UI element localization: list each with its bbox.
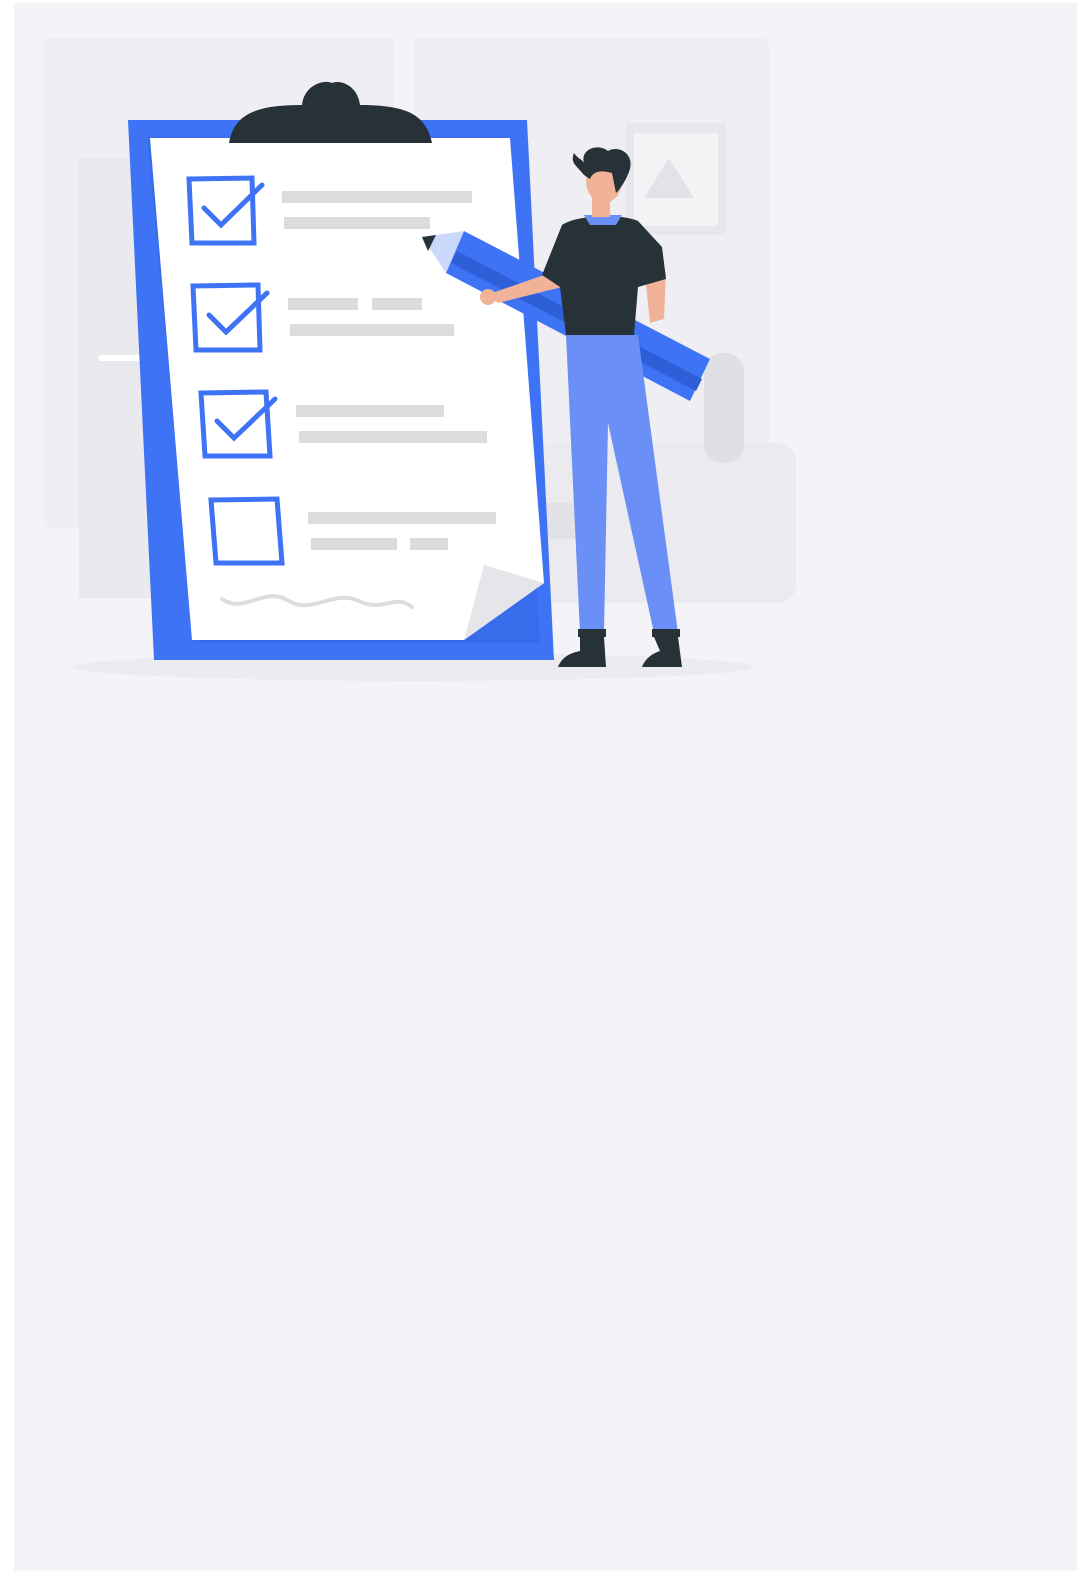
screen-background [14,3,1077,1571]
clipboard [128,81,554,660]
checklist-illustration-icon [44,38,796,681]
